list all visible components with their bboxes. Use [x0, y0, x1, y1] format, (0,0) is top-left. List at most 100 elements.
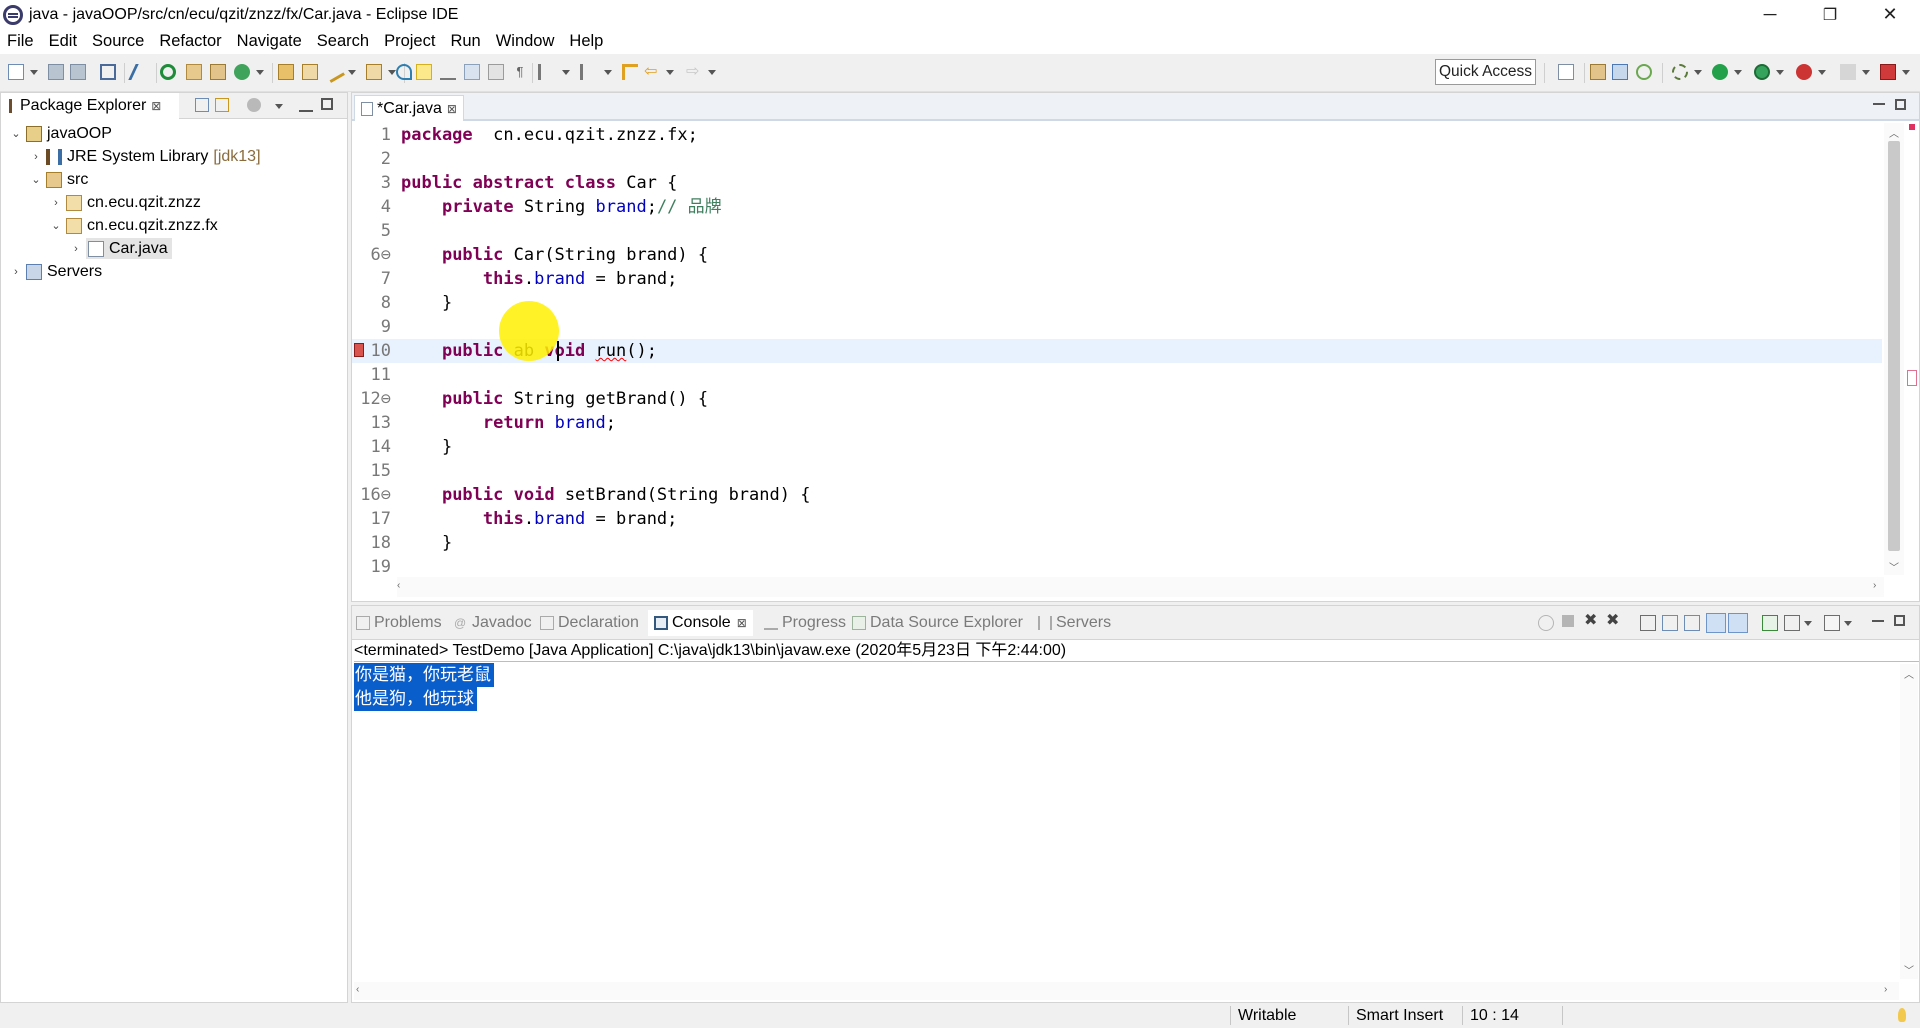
lightbulb-icon[interactable]	[1898, 1008, 1906, 1022]
scroll-up-icon[interactable]: ︿	[1889, 125, 1899, 140]
forward-icon[interactable]: ⇨	[686, 64, 702, 80]
menu-navigate[interactable]: Navigate	[230, 29, 310, 54]
error-marker[interactable]	[1907, 370, 1917, 386]
code-line[interactable]: 17 this.brand = brand;	[352, 507, 1882, 531]
close-icon[interactable]: ⊠	[737, 616, 747, 630]
skip-breakpoints-icon[interactable]	[128, 64, 152, 80]
task-icon[interactable]	[396, 64, 412, 80]
code-line[interactable]: 12⊖ public String getBrand() {	[352, 387, 1882, 411]
code-line[interactable]: 14 }	[352, 435, 1882, 459]
run-dropdown-icon[interactable]	[1734, 69, 1742, 77]
show-on-stderr-icon[interactable]	[1728, 613, 1748, 633]
tree-node-src[interactable]: ⌄ src	[29, 168, 88, 191]
close-icon[interactable]: ⊠	[447, 102, 457, 116]
show-whitespace-icon[interactable]	[464, 64, 480, 80]
new-package-icon[interactable]	[186, 64, 202, 80]
new-icon[interactable]	[8, 64, 24, 80]
terminate-icon[interactable]	[1562, 615, 1574, 627]
scroll-up-icon[interactable]: ︿	[1904, 666, 1914, 681]
remove-all-terminated-icon[interactable]: ✖	[1606, 613, 1622, 629]
next-annotation-dropdown-icon[interactable]	[562, 69, 570, 77]
open-folder-icon[interactable]	[366, 64, 382, 80]
tab-car-java[interactable]: *Car.java ⊠	[354, 95, 464, 121]
open-resource-icon[interactable]	[302, 64, 318, 80]
remove-terminated-icon[interactable]: ✖	[1584, 613, 1600, 629]
run-icon[interactable]	[1712, 64, 1728, 80]
minimize-button[interactable]: ─	[1740, 0, 1800, 29]
new-class-icon[interactable]	[210, 64, 226, 80]
toggle-mark-occurrences-icon[interactable]	[416, 64, 432, 80]
tab-javadoc[interactable]: @ Javadoc	[454, 610, 532, 636]
code-line[interactable]: 1 package cn.ecu.qzit.znzz.fx;	[352, 123, 1882, 147]
search-dropdown-icon[interactable]	[348, 69, 356, 77]
code-line[interactable]: 2	[352, 147, 1882, 171]
minimize-view-icon[interactable]	[299, 98, 313, 112]
scroll-down-icon[interactable]: ﹀	[1904, 962, 1914, 977]
save-icon[interactable]	[48, 64, 64, 80]
code-line[interactable]: 5	[352, 219, 1882, 243]
code-line[interactable]: 15	[352, 459, 1882, 483]
tree-node-package-znzz[interactable]: › cn.ecu.qzit.znzz	[49, 191, 201, 214]
close-window-button[interactable]: ✕	[1860, 0, 1920, 29]
tab-problems[interactable]: Problems	[356, 610, 442, 636]
code-line[interactable]: 9	[352, 315, 1882, 339]
new-dropdown-icon[interactable]	[30, 69, 38, 77]
publish-server-dropdown-icon[interactable]	[1902, 69, 1910, 77]
tree-node-package-fx[interactable]: ⌄ cn.ecu.qzit.znzz.fx	[49, 214, 218, 237]
search-icon[interactable]	[323, 61, 345, 83]
code-line[interactable]: 13 return brand;	[352, 411, 1882, 435]
debug-run-icon[interactable]	[1672, 64, 1688, 80]
tree-node-project[interactable]: ⌄ javaOOP	[9, 122, 112, 145]
view-menu-icon[interactable]	[275, 103, 283, 111]
pilcrow-icon[interactable]: ¶	[512, 64, 528, 80]
show-on-stdout-icon[interactable]	[1706, 613, 1726, 633]
scroll-right-icon[interactable]: ›	[1873, 580, 1876, 591]
code-line[interactable]: 18 }	[352, 531, 1882, 555]
external-tools-icon[interactable]	[1796, 64, 1812, 80]
scroll-left-icon[interactable]: ‹	[397, 580, 400, 591]
open-console-icon[interactable]	[1824, 615, 1840, 631]
tab-data-source-explorer[interactable]: Data Source Explorer	[852, 610, 1023, 636]
close-icon[interactable]: ⊠	[151, 99, 161, 113]
stop-server-icon[interactable]	[1840, 64, 1856, 80]
minimize-editor-icon[interactable]	[1873, 103, 1885, 105]
display-console-dropdown-icon[interactable]	[1804, 620, 1812, 628]
tab-console[interactable]: Console ⊠	[648, 610, 753, 636]
open-type-icon[interactable]	[278, 64, 294, 80]
maximize-view-icon[interactable]	[321, 98, 333, 110]
clear-console-icon[interactable]	[1640, 615, 1656, 631]
filters-icon[interactable]	[247, 98, 261, 112]
debug-icon[interactable]	[160, 64, 176, 80]
open-perspective-icon[interactable]	[1558, 64, 1574, 80]
link-with-editor-icon[interactable]	[215, 98, 229, 112]
overview-ruler[interactable]	[1905, 123, 1919, 575]
code-area[interactable]: 1 package cn.ecu.qzit.znzz.fx; 2 3 public ab…	[352, 123, 1882, 577]
tree-node-servers[interactable]: › Servers	[9, 260, 102, 283]
code-line[interactable]: 3 public abstract class Car {	[352, 171, 1882, 195]
code-line[interactable]: 6⊖ public Car(String brand) {	[352, 243, 1882, 267]
open-console-dropdown-icon[interactable]	[1844, 620, 1852, 628]
twisty-collapsed-icon[interactable]: ›	[49, 197, 63, 209]
editor-horizontal-scrollbar[interactable]: ‹ ›	[397, 577, 1884, 597]
back-dropdown-icon[interactable]	[666, 69, 674, 77]
tab-progress[interactable]: Progress	[764, 610, 846, 636]
word-wrap-icon[interactable]	[488, 64, 504, 80]
code-line[interactable]: 7 this.brand = brand;	[352, 267, 1882, 291]
new-java-project-icon[interactable]	[234, 64, 250, 80]
menu-window[interactable]: Window	[489, 29, 563, 54]
code-line[interactable]: 10 public ab void run();	[352, 339, 1882, 363]
pin-console-icon[interactable]	[1762, 615, 1778, 631]
scroll-left-icon[interactable]: ‹	[356, 984, 359, 995]
code-line[interactable]: 8 }	[352, 291, 1882, 315]
publish-server-icon[interactable]	[1880, 64, 1896, 80]
previous-annotation-dropdown-icon[interactable]	[604, 69, 612, 77]
console-vertical-scrollbar[interactable]: ︿ ﹀	[1900, 664, 1918, 979]
status-cursor-position[interactable]: 10 : 14	[1470, 1003, 1519, 1028]
menu-edit[interactable]: Edit	[42, 29, 85, 54]
twisty-collapsed-icon[interactable]: ›	[69, 243, 83, 255]
word-wrap-console-icon[interactable]	[1684, 615, 1700, 631]
twisty-collapsed-icon[interactable]: ›	[9, 266, 23, 278]
menu-help[interactable]: Help	[562, 29, 611, 54]
error-marker-icon[interactable]	[354, 343, 364, 357]
display-selected-console-icon[interactable]	[1784, 615, 1800, 631]
